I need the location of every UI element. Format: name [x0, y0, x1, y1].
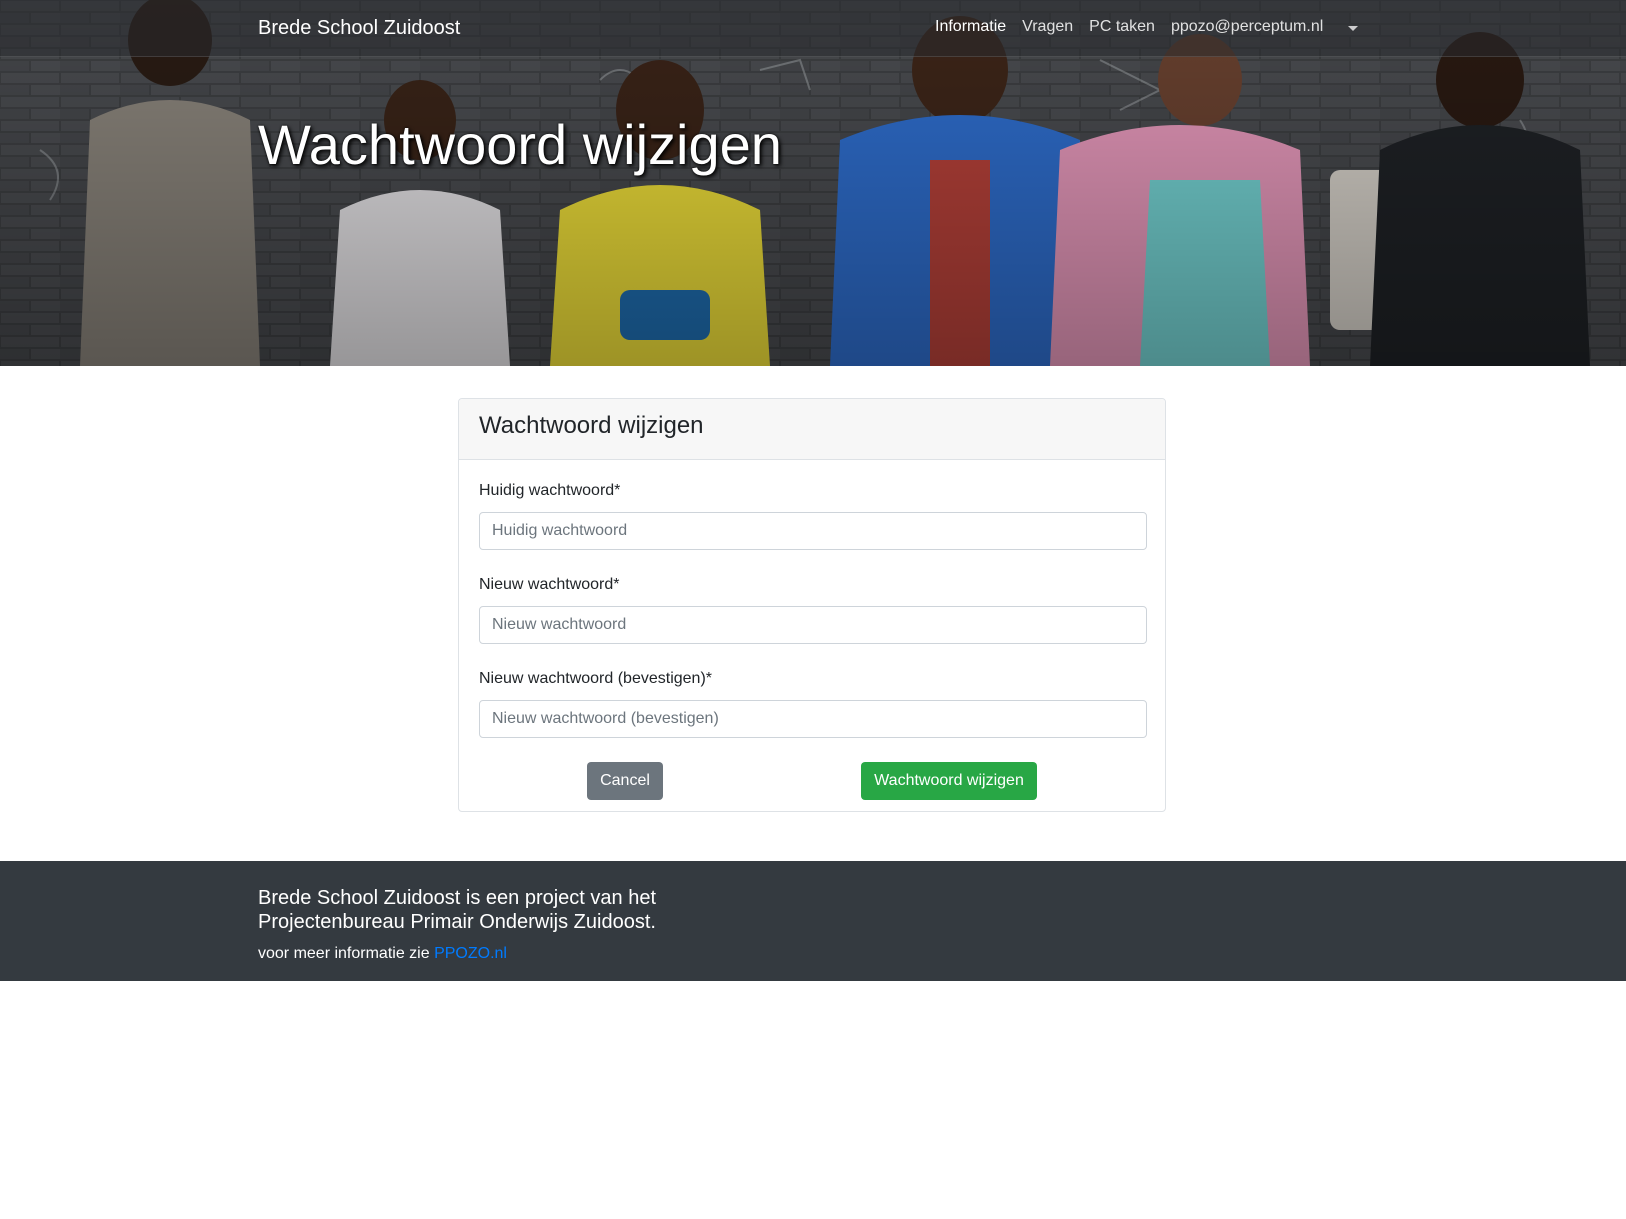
card-title: Wachtwoord wijzigen — [479, 412, 704, 439]
change-password-card: Wachtwoord wijzigen Huidig wachtwoord* N… — [458, 398, 1166, 812]
hero-banner: Brede School Zuidoost Informatie Vragen … — [0, 0, 1626, 366]
footer-line-1: Brede School Zuidoost is een project van… — [258, 887, 657, 909]
nav-item-informatie[interactable]: Informatie — [935, 18, 1006, 36]
card-body: Huidig wachtwoord* Nieuw wachtwoord* Nie… — [459, 460, 1165, 818]
change-password-button[interactable]: Wachtwoord wijzigen — [861, 762, 1037, 800]
card-header: Wachtwoord wijzigen — [459, 399, 1165, 460]
footer-info: voor meer informatie zie PPOZO.nl — [258, 945, 507, 963]
brand-link[interactable]: Brede School Zuidoost — [258, 17, 460, 40]
ppozo-link[interactable]: PPOZO.nl — [434, 945, 507, 962]
site-footer: Brede School Zuidoost is een project van… — [0, 861, 1626, 981]
confirm-password-input[interactable] — [479, 700, 1147, 738]
current-password-input[interactable] — [479, 512, 1147, 550]
footer-info-text: voor meer informatie zie — [258, 945, 435, 962]
nav-item-account[interactable]: ppozo@perceptum.nl — [1171, 18, 1358, 36]
new-password-input[interactable] — [479, 606, 1147, 644]
confirm-password-label: Nieuw wachtwoord (bevestigen)* — [479, 670, 712, 687]
top-navbar: Brede School Zuidoost Informatie Vragen … — [0, 0, 1626, 57]
current-password-label: Huidig wachtwoord* — [479, 482, 621, 499]
nav-item-vragen[interactable]: Vragen — [1022, 18, 1073, 36]
form-actions: Cancel Wachtwoord wijzigen — [479, 738, 1145, 818]
chevron-down-icon[interactable] — [1347, 26, 1358, 31]
account-email: ppozo@perceptum.nl — [1170, 18, 1324, 35]
cancel-button[interactable]: Cancel — [587, 762, 663, 800]
footer-line-2: Projectenbureau Primair Onderwijs Zuidoo… — [258, 911, 656, 933]
new-password-label: Nieuw wachtwoord* — [479, 576, 620, 593]
nav-item-pc-taken[interactable]: PC taken — [1089, 18, 1155, 36]
hero-title: Wachtwoord wijzigen — [258, 113, 782, 176]
nav-menu: Informatie Vragen PC taken ppozo@percept… — [935, 18, 1358, 36]
